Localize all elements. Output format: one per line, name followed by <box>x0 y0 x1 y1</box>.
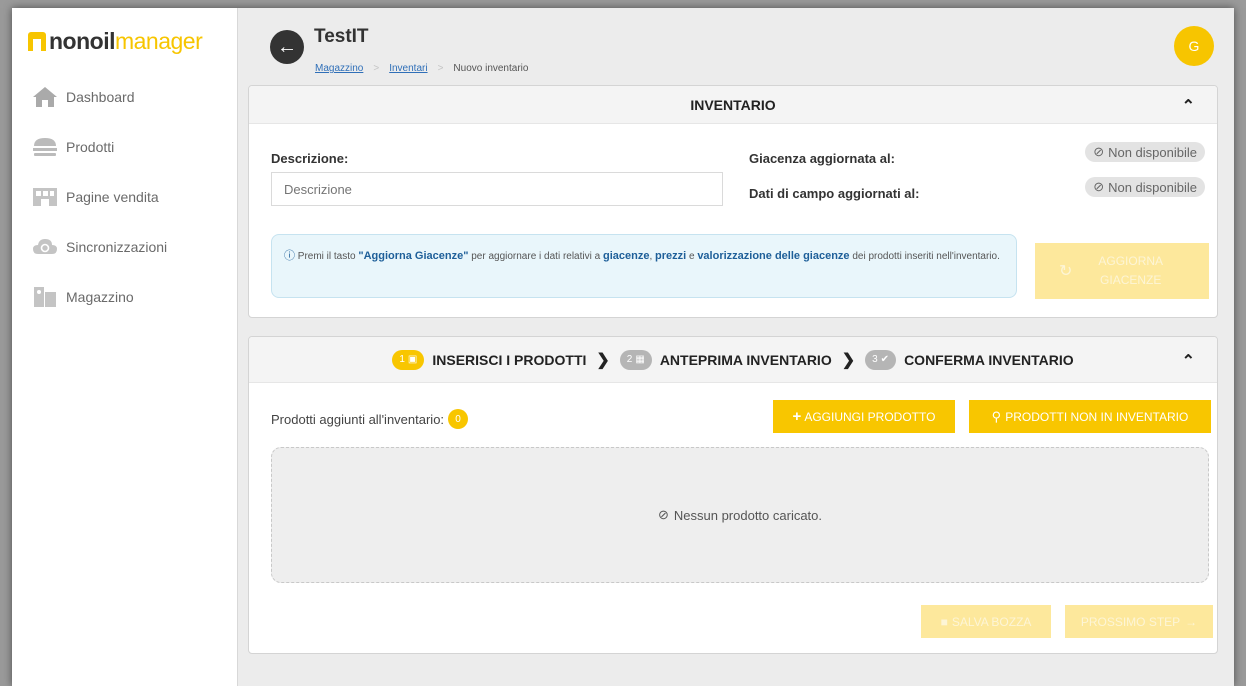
products-count-label: Prodotti aggiunti all'inventario: <box>271 411 445 427</box>
info-bold-valorizzazione: valorizzazione delle giacenze <box>697 250 850 262</box>
chevron-up-icon[interactable]: ⌃ <box>1182 351 1195 371</box>
inventario-card-header[interactable]: INVENTARIO ⌃ <box>249 86 1217 124</box>
info-box: ⓘ Premi il tasto "Aggiorna Giacenze" per… <box>271 234 1017 298</box>
chevron-right-icon: > <box>437 63 444 74</box>
breadcrumb-link-inventari[interactable]: Inventari <box>389 63 427 74</box>
boxes-icon: ▣ <box>407 354 418 365</box>
step-3-badge[interactable]: 3 ✔ <box>865 349 897 370</box>
sidebar-item-prodotti[interactable]: Prodotti <box>30 132 114 162</box>
clipboard-icon: ▦ <box>635 354 645 365</box>
sidebar-item-sincronizzazioni[interactable]: Sincronizzazioni <box>30 232 167 262</box>
step-3-label: CONFERMA INVENTARIO <box>904 351 1074 368</box>
wizard-steps-header: 1 ▣ INSERISCI I PRODOTTI ❯ 2 ▦ ANTEPRIMA… <box>249 337 1217 383</box>
floppy-icon: ■ <box>940 614 948 629</box>
back-button[interactable]: ← <box>270 30 304 64</box>
chevron-up-icon[interactable]: ⌃ <box>1182 96 1195 116</box>
descrizione-input[interactable] <box>271 172 723 206</box>
wizard-card: 1 ▣ INSERISCI I PRODOTTI ❯ 2 ▦ ANTEPRIMA… <box>248 336 1218 654</box>
info-bold-prezzi: prezzi <box>655 250 687 262</box>
home-icon <box>30 86 60 108</box>
app-window: nonoil manager Dashboard Prodotti Pagine … <box>12 8 1234 686</box>
inventario-card: INVENTARIO ⌃ Descrizione: Giacenza aggio… <box>248 85 1218 318</box>
step-2-number: 2 <box>626 354 633 365</box>
products-count-row: Prodotti aggiunti all'inventario: 0 <box>271 409 469 429</box>
aggiorna-giacenze-label: AGGIORNA GIACENZE <box>1098 254 1164 287</box>
giacenza-status-badge: ⊘ Non disponibile <box>1085 142 1205 162</box>
step-1-number: 1 <box>399 354 405 365</box>
next-step-label: PROSSIMO STEP <box>1080 614 1181 629</box>
next-step-button[interactable]: PROSSIMO STEP → <box>1065 605 1213 638</box>
dati-campo-label: Dati di campo aggiornati al: <box>749 186 920 201</box>
sidebar-item-label: Prodotti <box>66 139 115 155</box>
burger-icon <box>30 136 60 158</box>
wizard-steps: 1 ▣ INSERISCI I PRODOTTI ❯ 2 ▦ ANTEPRIMA… <box>392 349 1074 370</box>
save-draft-label: SALVA BOZZA <box>951 614 1032 629</box>
plus-icon: + <box>792 408 802 425</box>
shop-icon <box>30 186 60 208</box>
page-title: TestIT <box>314 26 369 47</box>
breadcrumb-link-magazzino[interactable]: Magazzino <box>315 63 363 74</box>
info-text-5: dei prodotti inseriti nell'inventario. <box>849 251 1000 262</box>
products-not-in-inventory-label: PRODOTTI NON IN INVENTARIO <box>1005 409 1189 424</box>
sidebar-item-label: Magazzino <box>66 289 134 305</box>
sidebar-item-label: Dashboard <box>66 89 135 105</box>
info-text-1: Premi il tasto <box>297 251 359 262</box>
info-circle-icon: ⓘ <box>284 250 295 262</box>
top-bar: ← TestIT Magazzino > Inventari > Nuovo i… <box>238 8 1234 84</box>
info-bold-giacenze: giacenze <box>602 250 650 262</box>
step-3-number: 3 <box>872 354 878 365</box>
user-avatar[interactable]: G <box>1174 26 1214 66</box>
sidebar: nonoil manager Dashboard Prodotti Pagine … <box>12 8 238 686</box>
add-product-button[interactable]: + AGGIUNGI PRODOTTO <box>773 400 955 433</box>
step-1-label: INSERISCI I PRODOTTI <box>432 351 587 368</box>
info-text-4: e <box>686 251 698 262</box>
add-product-label: AGGIUNGI PRODOTTO <box>804 409 936 424</box>
sidebar-item-magazzino[interactable]: Magazzino <box>30 282 134 312</box>
products-count-badge: 0 <box>448 409 469 429</box>
sidebar-item-dashboard[interactable]: Dashboard <box>30 82 135 112</box>
chevron-right-icon: > <box>373 63 380 74</box>
logo-text-part2: manager <box>114 28 203 54</box>
refresh-icon: ↻ <box>1059 262 1073 280</box>
ban-icon: ⊘ <box>1093 179 1105 194</box>
save-draft-button[interactable]: ■ SALVA BOZZA <box>921 605 1051 638</box>
ban-icon: ⊘ <box>657 507 669 522</box>
breadcrumb-current: Nuovo inventario <box>453 63 529 74</box>
chevron-right-icon: ❯ <box>596 351 610 369</box>
products-dropzone: ⊘ Nessun prodotto caricato. <box>271 447 1209 583</box>
aggiorna-giacenze-button[interactable]: ↻ AGGIORNA GIACENZE <box>1035 243 1209 299</box>
cloud-sync-icon <box>30 236 60 258</box>
arrow-right-icon: → <box>1185 614 1198 629</box>
giacenza-status-text: Non disponibile <box>1108 144 1197 160</box>
dati-campo-status-badge: ⊘ Non disponibile <box>1085 177 1205 197</box>
breadcrumb: Magazzino > Inventari > Nuovo inventario <box>315 63 528 74</box>
info-bold-aggiorna: "Aggiorna Giacenze" <box>358 250 469 262</box>
brand-logo[interactable]: nonoil manager <box>28 28 203 55</box>
empty-message: Nessun prodotto caricato. <box>673 507 823 523</box>
sidebar-item-pagine-vendita[interactable]: Pagine vendita <box>30 182 159 212</box>
step-2-label: ANTEPRIMA INVENTARIO <box>659 351 832 368</box>
warehouse-icon <box>30 286 60 308</box>
sidebar-item-label: Sincronizzazioni <box>66 239 168 255</box>
ban-icon: ⊘ <box>1093 144 1105 159</box>
chevron-right-icon: ❯ <box>841 351 856 369</box>
step-1-badge[interactable]: 1 ▣ <box>392 349 425 370</box>
descrizione-label: Descrizione: <box>271 151 349 166</box>
step-2-badge[interactable]: 2 ▦ <box>619 349 652 370</box>
sidebar-item-label: Pagine vendita <box>66 189 159 205</box>
check-circle-icon: ✔ <box>880 354 890 365</box>
logo-icon <box>28 32 46 51</box>
inventario-heading: INVENTARIO <box>690 96 776 113</box>
giacenza-label: Giacenza aggiornata al: <box>749 151 895 166</box>
dati-campo-status-text: Non disponibile <box>1108 179 1197 195</box>
products-not-in-inventory-button[interactable]: ⚲ PRODOTTI NON IN INVENTARIO <box>969 400 1211 433</box>
arrow-left-icon: ← <box>277 35 297 58</box>
logo-text-part1: nonoil <box>49 28 115 54</box>
search-icon: ⚲ <box>991 408 1002 424</box>
info-text-2: per aggiornare i dati relativi a <box>468 251 603 262</box>
